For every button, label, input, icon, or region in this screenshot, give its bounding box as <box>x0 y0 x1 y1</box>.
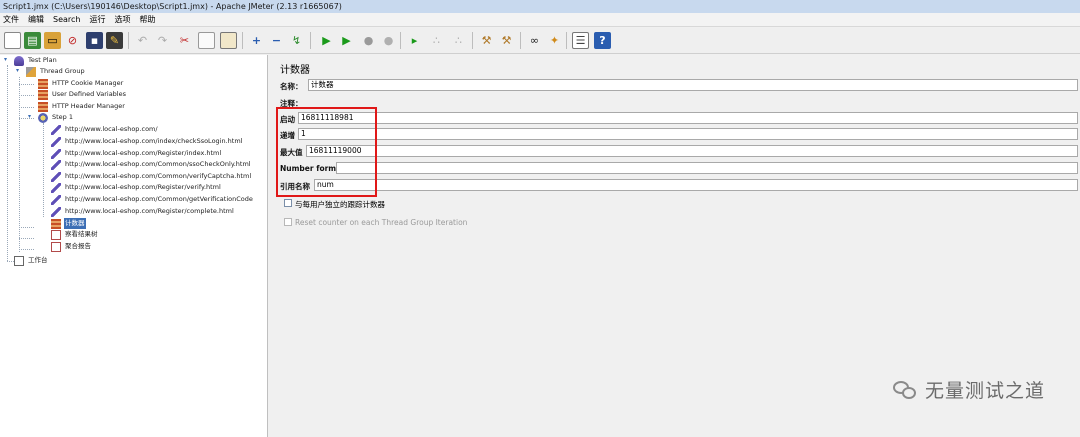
tree-http-request[interactable]: http://www.local-eshop.com/Common/getVer… <box>51 194 254 205</box>
sampler-pipette-icon <box>51 182 61 193</box>
start-no-timers-icon[interactable]: ▶ <box>338 32 355 49</box>
close-icon[interactable]: ⊘ <box>64 32 81 49</box>
save-as-icon[interactable]: ✎ <box>106 32 123 49</box>
name-label: 名称： <box>280 82 303 91</box>
sampler-pipette-icon <box>51 206 61 217</box>
menu-search[interactable]: Search <box>53 15 80 24</box>
collapse-icon[interactable]: − <box>268 32 285 49</box>
sampler-pipette-icon <box>51 194 61 205</box>
cut-icon[interactable]: ✂ <box>176 32 193 49</box>
test-plan-icon <box>14 55 24 66</box>
tree-http-request[interactable]: http://www.local-eshop.com/Register/comp… <box>51 206 235 217</box>
menu-help[interactable]: 帮助 <box>139 14 155 25</box>
paste-icon[interactable] <box>220 32 237 49</box>
toolbar: ▤ ▭ ⊘ ▪ ✎ ↶ ↷ ✂ + − ↯ ▶ ▶ ● ● ▸ ∴ ∴ ⚒ ⚒ … <box>0 28 1080 54</box>
controller-icon <box>38 112 48 123</box>
sampler-pipette-icon <box>51 171 61 182</box>
remote-stop-icon[interactable]: ∴ <box>428 32 445 49</box>
config-element-icon <box>51 218 61 229</box>
config-element-icon <box>38 101 48 112</box>
watermark-text: 无量测试之道 <box>924 380 1045 402</box>
clear-all-icon[interactable]: ⚒ <box>498 32 515 49</box>
collapse-toggle[interactable]: ▾ <box>4 57 10 63</box>
test-plan-tree: ▾ Test Plan ▾ Thread Group HTTP Cookie M… <box>0 55 268 437</box>
workbench-icon <box>14 255 24 266</box>
remote-shutdown-icon[interactable]: ∴ <box>450 32 467 49</box>
templates-icon[interactable]: ▤ <box>24 32 41 49</box>
tree-http-request[interactable]: http://www.local-eshop.com/Common/ssoChe… <box>51 159 252 170</box>
collapse-toggle[interactable]: ▾ <box>16 68 22 74</box>
sampler-pipette-icon <box>51 124 61 135</box>
save-icon[interactable]: ▪ <box>86 32 103 49</box>
tree-config-element[interactable]: HTTP Cookie Manager <box>38 78 124 89</box>
tree-http-request[interactable]: http://www.local-eshop.com/Common/verify… <box>51 171 252 182</box>
open-icon[interactable]: ▭ <box>44 32 61 49</box>
tree-step-controller[interactable]: Step 1 <box>38 112 74 123</box>
tree-listener-results-tree[interactable]: 察看结果树 <box>51 229 99 240</box>
max-field[interactable]: 16811119000 <box>306 145 1078 157</box>
reference-name-field[interactable]: num <box>314 179 1078 191</box>
tree-test-plan[interactable]: Test Plan <box>14 55 58 66</box>
counter-panel: 计数器 名称： 计数器 注释： 启动 16811118981 递增 1 最大值 … <box>272 55 1080 437</box>
tree-config-element[interactable]: User Defined Variables <box>38 89 127 100</box>
tree-http-request[interactable]: http://www.local-eshop.com/ <box>51 124 159 135</box>
number-format-field[interactable] <box>336 162 1078 174</box>
clear-icon[interactable]: ⚒ <box>478 32 495 49</box>
watermark: 无量测试之道 <box>892 376 1045 403</box>
start-icon[interactable]: ▶ <box>318 32 335 49</box>
tree-http-request[interactable]: http://www.local-eshop.com/Register/inde… <box>51 148 222 159</box>
menu-edit[interactable]: 编辑 <box>28 14 44 25</box>
highlight-box <box>276 107 377 197</box>
thread-group-icon <box>26 66 36 77</box>
sampler-pipette-icon <box>51 159 61 170</box>
reset-counter-checkbox[interactable] <box>284 218 292 226</box>
search-icon[interactable]: ∞ <box>526 32 543 49</box>
wechat-icon <box>892 379 919 401</box>
config-element-icon <box>38 89 48 100</box>
toggle-icon[interactable]: ↯ <box>288 32 305 49</box>
increment-field[interactable]: 1 <box>298 128 1078 140</box>
tree-counter[interactable]: 计数器 <box>51 218 86 229</box>
name-field[interactable]: 计数器 <box>308 79 1078 91</box>
remote-start-icon[interactable]: ▸ <box>406 32 423 49</box>
redo-icon[interactable]: ↷ <box>154 32 171 49</box>
expand-icon[interactable]: + <box>248 32 265 49</box>
window-title: Script1.jmx (C:\Users\190146\Desktop\Scr… <box>0 0 1080 13</box>
reset-counter-label: Reset counter on each Thread Group Itera… <box>295 218 468 227</box>
menu-file[interactable]: 文件 <box>3 14 19 25</box>
menu-run[interactable]: 运行 <box>89 14 105 25</box>
sampler-pipette-icon <box>51 148 61 159</box>
reset-search-icon[interactable]: ✦ <box>546 32 563 49</box>
panel-title: 计数器 <box>280 65 310 76</box>
stop-icon[interactable]: ● <box>360 32 377 49</box>
per-user-checkbox[interactable] <box>284 199 292 207</box>
help-icon[interactable]: ? <box>594 32 611 49</box>
tree-http-request[interactable]: http://www.local-eshop.com/index/checkSs… <box>51 136 243 147</box>
shutdown-icon[interactable]: ● <box>380 32 397 49</box>
per-user-label: 与每用户独立的跟踪计数器 <box>295 200 385 209</box>
menu-bar: 文件 编辑 Search 运行 选项 帮助 <box>0 13 1080 27</box>
copy-icon[interactable] <box>198 32 215 49</box>
tree-http-request[interactable]: http://www.local-eshop.com/Register/veri… <box>51 182 222 193</box>
tree-listener-aggregate-report[interactable]: 聚合报告 <box>51 241 92 252</box>
tree-thread-group[interactable]: Thread Group <box>26 66 86 77</box>
function-helper-icon[interactable]: ☰ <box>572 32 589 49</box>
listener-icon <box>51 229 61 240</box>
config-element-icon <box>38 78 48 89</box>
listener-icon <box>51 241 61 252</box>
collapse-toggle[interactable]: ▾ <box>28 114 34 120</box>
tree-workbench[interactable]: 工作台 <box>14 255 49 266</box>
start-field[interactable]: 16811118981 <box>298 112 1078 124</box>
undo-icon[interactable]: ↶ <box>134 32 151 49</box>
sampler-pipette-icon <box>51 136 61 147</box>
menu-options[interactable]: 选项 <box>114 14 130 25</box>
tree-config-element[interactable]: HTTP Header Manager <box>38 101 126 112</box>
new-icon[interactable] <box>4 32 21 49</box>
